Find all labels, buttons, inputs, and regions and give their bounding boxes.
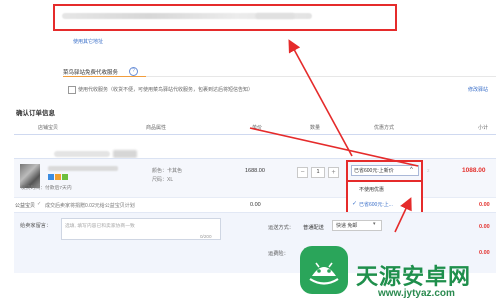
arrow-line-mid [249,127,419,167]
watermark-logo [300,246,348,294]
android-robot-icon [309,262,339,285]
watermark-url: www.jytyaz.com [378,288,455,299]
watermark-name: 天源安卓网 [356,265,472,290]
arrow-to-dropdown [394,197,412,233]
